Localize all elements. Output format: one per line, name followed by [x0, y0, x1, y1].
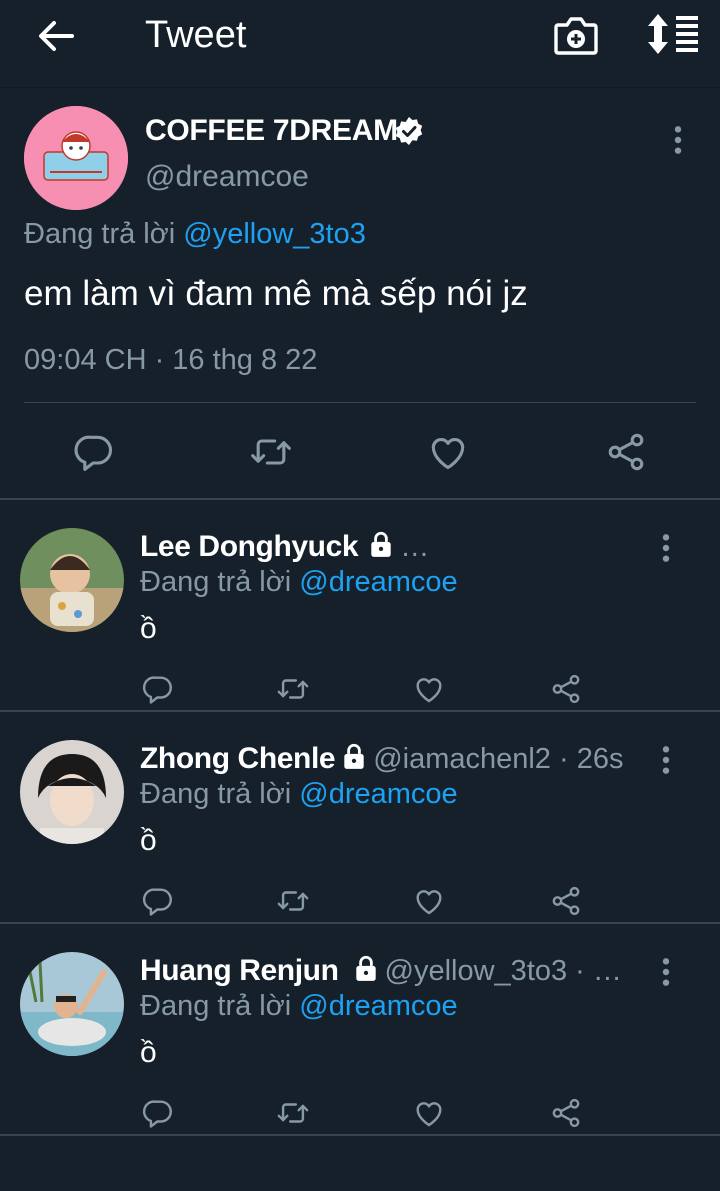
replying-to: Đang trả lời @dreamcoe	[140, 990, 458, 1023]
share-icon[interactable]	[549, 672, 583, 706]
like-icon[interactable]	[412, 672, 446, 706]
replying-prefix: Đang trả lời	[140, 566, 292, 598]
top-bar: Tweet	[0, 0, 720, 88]
reply-text: ồ	[140, 824, 157, 857]
more-options-icon[interactable]	[652, 744, 680, 776]
replying-prefix: Đang trả lời	[140, 778, 292, 810]
reply-name-line: Lee Donghyuck …	[140, 530, 650, 570]
replying-to-link[interactable]: @dreamcoe	[299, 566, 457, 598]
reply-text: ồ	[140, 1036, 157, 1069]
reply-icon[interactable]	[72, 430, 116, 474]
like-icon[interactable]	[412, 1096, 446, 1130]
replying-to-link[interactable]: @yellow_3to3	[183, 218, 366, 250]
replying-prefix: Đang trả lời	[140, 990, 292, 1022]
main-tweet: COFFEE 7DREAM @dreamcoe Đang trả lời @ye…	[0, 88, 720, 500]
replying-prefix: Đang trả lời	[24, 218, 176, 250]
reply-tweet[interactable]: Zhong Chenle @iamachenl2 · 26s Đang trả l…	[0, 712, 720, 924]
replying-to-link[interactable]: @dreamcoe	[299, 990, 457, 1022]
avatar[interactable]	[20, 740, 124, 844]
reply-icon[interactable]	[141, 672, 175, 706]
more-options-icon[interactable]	[664, 124, 692, 156]
reply-name-line: Zhong Chenle @iamachenl2 · 26s	[140, 742, 650, 782]
back-arrow-icon[interactable]	[34, 14, 78, 58]
more-options-icon[interactable]	[652, 532, 680, 564]
like-icon[interactable]	[412, 884, 446, 918]
share-icon[interactable]	[604, 430, 648, 474]
reply-author-handle: @yellow_3to3 · …	[384, 955, 622, 987]
avatar[interactable]	[20, 952, 124, 1056]
lock-icon	[353, 954, 379, 982]
divider	[24, 402, 696, 403]
replying-to-link[interactable]: @dreamcoe	[299, 778, 457, 810]
retweet-icon[interactable]	[276, 884, 310, 918]
retweet-icon[interactable]	[276, 1096, 310, 1130]
replying-to: Đang trả lời @dreamcoe	[140, 566, 458, 599]
reply-name-line: Huang Renjun @yellow_3to3 · …	[140, 954, 650, 994]
reply-icon[interactable]	[141, 884, 175, 918]
reply-author-name[interactable]: Zhong Chenle	[140, 742, 336, 775]
page-title: Tweet	[145, 14, 247, 56]
reply-author-handle: …	[400, 531, 430, 563]
lock-icon	[341, 742, 367, 770]
reply-tweet[interactable]: Lee Donghyuck … Đang trả lời @dreamcoe ồ	[0, 500, 720, 712]
camera-add-icon[interactable]	[552, 12, 600, 58]
share-icon[interactable]	[549, 1096, 583, 1130]
lock-icon	[368, 530, 394, 558]
author-handle: @dreamcoe	[145, 160, 309, 193]
reply-tweet[interactable]: Huang Renjun @yellow_3to3 · … Đang trả lờ…	[0, 924, 720, 1136]
verified-badge-icon	[394, 116, 424, 146]
reply-icon[interactable]	[141, 1096, 175, 1130]
tweet-text: em làm vì đam mê mà sếp nói jz	[24, 274, 528, 313]
retweet-icon[interactable]	[276, 672, 310, 706]
reply-author-handle: @iamachenl2 · 26s	[373, 743, 624, 775]
sort-replies-icon[interactable]	[644, 12, 700, 56]
reply-text: ồ	[140, 612, 157, 645]
like-icon[interactable]	[426, 430, 470, 474]
reply-author-name[interactable]: Huang Renjun	[140, 954, 339, 987]
avatar[interactable]	[24, 106, 128, 210]
more-options-icon[interactable]	[652, 956, 680, 988]
avatar[interactable]	[20, 528, 124, 632]
author-name[interactable]: COFFEE 7DREAM	[145, 114, 398, 148]
share-icon[interactable]	[549, 884, 583, 918]
replying-to: Đang trả lời @dreamcoe	[140, 778, 458, 811]
reply-author-name[interactable]: Lee Donghyuck	[140, 530, 359, 563]
tweet-timestamp: 09:04 CH · 16 thg 8 22	[24, 344, 318, 376]
replying-to: Đang trả lời @yellow_3to3	[24, 218, 366, 251]
retweet-icon[interactable]	[249, 430, 293, 474]
